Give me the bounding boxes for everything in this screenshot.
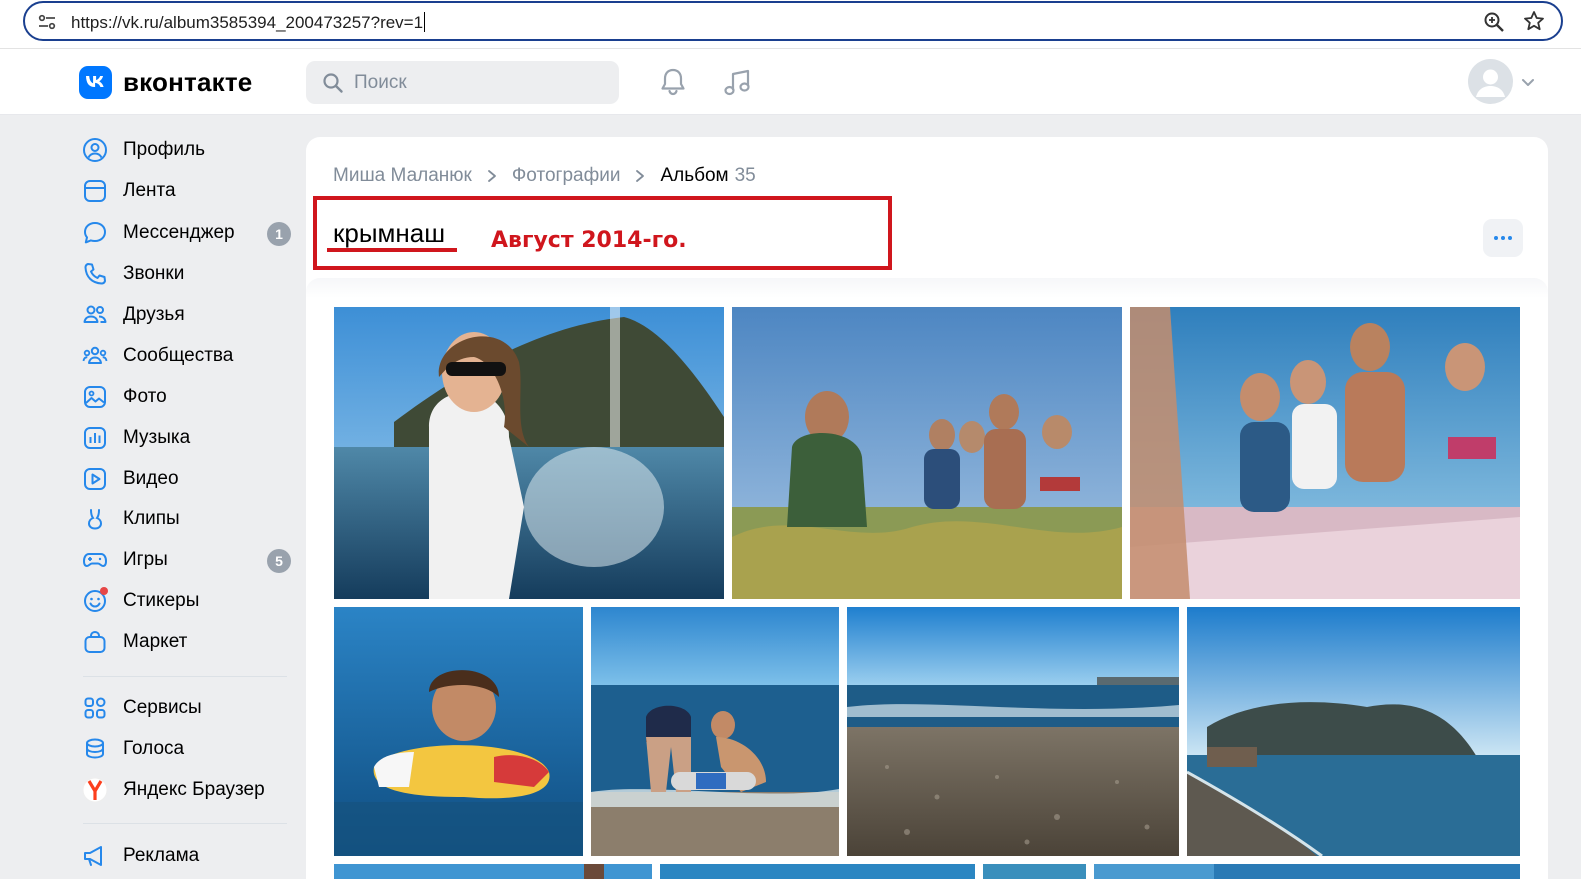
section-divider xyxy=(306,278,1548,298)
left-sidebar: Профиль Лента Мессенджер 1 Звонки Друзья… xyxy=(0,115,305,879)
search-box[interactable] xyxy=(306,61,619,104)
sidebar-item-label: Голоса xyxy=(123,738,185,759)
sidebar-item-services[interactable]: Сервисы xyxy=(80,690,295,726)
sidebar-divider xyxy=(83,823,287,824)
album-photo[interactable] xyxy=(847,607,1179,856)
sidebar-item-video[interactable]: Видео xyxy=(80,461,295,497)
sidebar-item-label: Звонки xyxy=(123,263,185,284)
games-badge: 5 xyxy=(267,549,291,573)
unread-badge: 1 xyxy=(267,222,291,246)
album-photo[interactable] xyxy=(334,864,652,879)
bookmark-star-icon[interactable] xyxy=(1523,10,1545,32)
sidebar-item-votes[interactable]: Голоса xyxy=(80,731,295,767)
breadcrumb-photos-link[interactable]: Фотографии xyxy=(512,165,621,187)
breadcrumb-owner-link[interactable]: Миша Маланюк xyxy=(333,165,472,187)
sidebar-item-profile[interactable]: Профиль xyxy=(80,132,295,168)
notifications-bell-icon[interactable] xyxy=(658,66,688,98)
sidebar-item-stickers[interactable]: Стикеры xyxy=(80,583,295,619)
music-icon xyxy=(80,423,110,453)
album-photo[interactable] xyxy=(660,864,975,879)
sidebar-item-label: Видео xyxy=(123,468,179,489)
sidebar-item-label: Лента xyxy=(123,180,176,201)
yandex-browser-icon xyxy=(80,775,110,805)
sidebar-item-market[interactable]: Маркет xyxy=(80,624,295,660)
sidebar-item-calls[interactable]: Звонки xyxy=(80,256,295,292)
vk-header: вконтакте xyxy=(0,49,1581,115)
friends-icon xyxy=(80,300,110,330)
breadcrumb-current: Альбом xyxy=(660,165,729,186)
music-player-icon[interactable] xyxy=(721,66,753,98)
communities-icon xyxy=(80,341,110,371)
album-photo[interactable] xyxy=(591,607,839,856)
sidebar-item-communities[interactable]: Сообщества xyxy=(80,338,295,374)
sidebar-item-label: Клипы xyxy=(123,508,180,529)
user-avatar[interactable] xyxy=(1468,59,1513,104)
album-photo[interactable] xyxy=(1187,607,1520,856)
chevron-down-icon[interactable] xyxy=(1521,76,1535,88)
sidebar-item-games[interactable]: Игры 5 xyxy=(80,542,295,578)
zoom-icon[interactable] xyxy=(1483,11,1505,33)
sidebar-item-friends[interactable]: Друзья xyxy=(80,297,295,333)
url-text[interactable]: https://vk.ru/album3585394_200473257?rev… xyxy=(71,12,426,33)
vk-logo-icon[interactable] xyxy=(79,66,112,99)
sidebar-item-ads[interactable]: Реклама xyxy=(80,838,295,874)
sidebar-item-feed[interactable]: Лента xyxy=(80,173,295,209)
services-icon xyxy=(80,693,110,723)
album-photo[interactable] xyxy=(983,864,1086,879)
sidebar-item-label: Музыка xyxy=(123,427,191,448)
new-indicator-dot xyxy=(100,587,108,595)
sidebar-item-label: Игры xyxy=(123,549,168,570)
annotation-text: Август 2014-го. xyxy=(491,228,687,253)
album-photo[interactable] xyxy=(334,307,724,599)
sidebar-item-label: Стикеры xyxy=(123,590,200,611)
chevron-right-icon xyxy=(636,170,645,182)
sidebar-item-label: Друзья xyxy=(123,304,185,325)
sidebar-item-yandex-browser[interactable]: Яндекс Браузер xyxy=(80,772,295,808)
sidebar-item-label: Сервисы xyxy=(123,697,202,718)
sidebar-item-clips[interactable]: Клипы xyxy=(80,501,295,537)
site-settings-icon[interactable] xyxy=(37,12,57,32)
album-photo[interactable] xyxy=(732,307,1122,599)
sidebar-item-messenger[interactable]: Мессенджер 1 xyxy=(80,215,295,251)
sidebar-item-label: Маркет xyxy=(123,631,188,652)
album-photo[interactable] xyxy=(334,607,583,856)
breadcrumb: Миша Маланюк Фотографии Альбом 35 xyxy=(333,165,756,187)
sidebar-item-label: Реклама xyxy=(123,845,200,866)
sidebar-item-label: Фото xyxy=(123,386,167,407)
sidebar-item-photo[interactable]: Фото xyxy=(80,379,295,415)
sidebar-item-label: Яндекс Браузер xyxy=(123,779,265,800)
games-icon xyxy=(80,545,110,575)
messenger-icon xyxy=(80,218,110,248)
votes-icon xyxy=(80,734,110,764)
sidebar-divider xyxy=(83,676,287,677)
search-input[interactable] xyxy=(354,61,604,104)
sidebar-item-label: Мессенджер xyxy=(123,222,235,243)
phone-icon xyxy=(80,259,110,289)
clips-icon xyxy=(80,504,110,534)
album-photo[interactable] xyxy=(1130,307,1520,599)
search-icon xyxy=(323,73,343,93)
photo-count: 35 xyxy=(734,165,756,186)
chevron-right-icon xyxy=(487,170,496,182)
feed-icon xyxy=(80,176,110,206)
more-dots-icon xyxy=(1494,236,1512,240)
album-photo[interactable] xyxy=(1094,864,1520,879)
brand-wordmark[interactable]: вконтакте xyxy=(123,67,252,98)
profile-icon xyxy=(80,135,110,165)
photo-icon xyxy=(80,382,110,412)
ads-icon xyxy=(80,841,110,871)
sidebar-item-music[interactable]: Музыка xyxy=(80,420,295,456)
stickers-icon xyxy=(80,586,110,616)
more-options-button[interactable] xyxy=(1483,219,1523,257)
sidebar-item-label: Профиль xyxy=(123,139,206,160)
browser-toolbar: https://vk.ru/album3585394_200473257?rev… xyxy=(0,0,1581,49)
market-icon xyxy=(80,627,110,657)
address-bar[interactable]: https://vk.ru/album3585394_200473257?rev… xyxy=(23,1,1563,41)
sidebar-item-label: Сообщества xyxy=(123,345,234,366)
album-card: Миша Маланюк Фотографии Альбом 35 крымна… xyxy=(306,137,1548,879)
video-icon xyxy=(80,464,110,494)
